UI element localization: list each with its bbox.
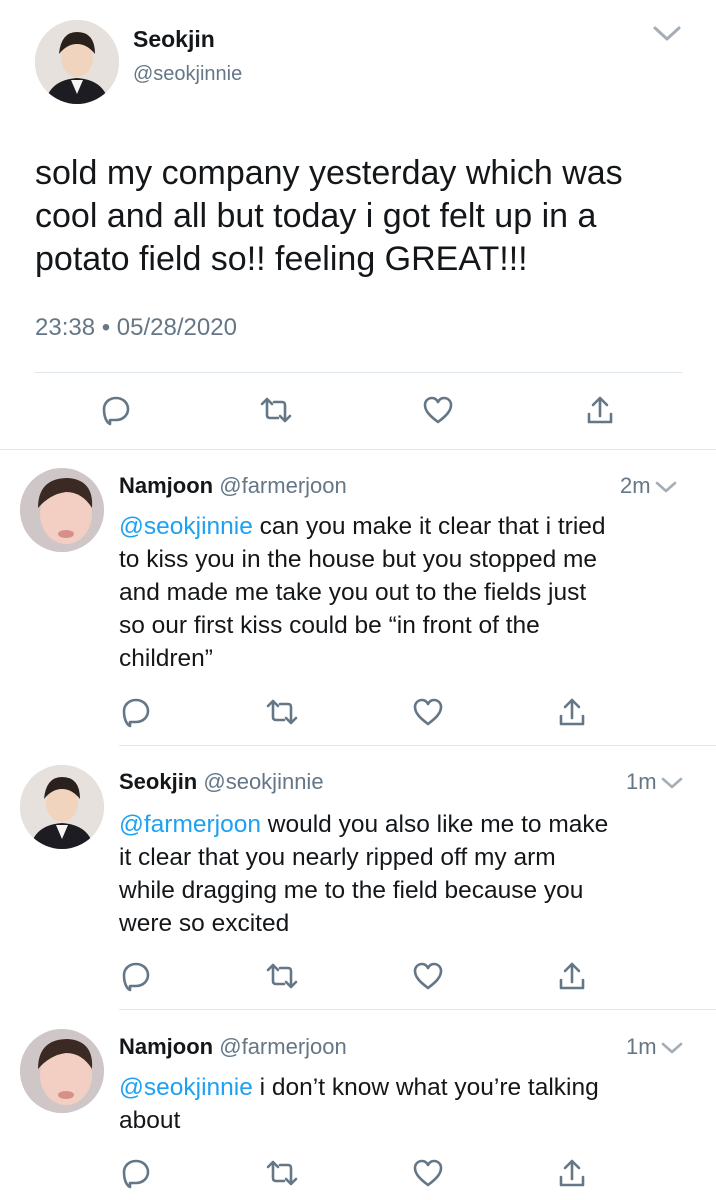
reply-button[interactable] bbox=[116, 1153, 156, 1193]
reply-bubble-icon bbox=[122, 698, 150, 728]
reply-bubble-icon bbox=[122, 1159, 150, 1189]
author-handle[interactable]: @farmerjoon bbox=[219, 473, 347, 498]
retweet-icon bbox=[266, 1160, 298, 1186]
tweet-menu-button[interactable] bbox=[655, 474, 677, 500]
author-name[interactable]: Seokjin bbox=[119, 769, 197, 794]
mention-link[interactable]: @farmerjoon bbox=[119, 811, 261, 838]
retweet-icon bbox=[260, 397, 292, 423]
reply-meta: 1m bbox=[626, 769, 683, 796]
reply-button[interactable] bbox=[116, 956, 156, 996]
tweet-text-line: about bbox=[119, 1107, 181, 1134]
reply-time[interactable]: 1m bbox=[626, 769, 657, 794]
tweet-text-line: children” bbox=[119, 645, 213, 672]
reply-time[interactable]: 2m bbox=[620, 473, 651, 498]
share-button[interactable] bbox=[552, 1153, 592, 1193]
reply-meta: 1m bbox=[626, 1034, 683, 1061]
tweet-text-line: and made me take you out to the fields j… bbox=[119, 579, 587, 606]
like-button[interactable] bbox=[408, 692, 448, 732]
tweet-menu-button[interactable] bbox=[652, 24, 682, 48]
author-handle[interactable]: @seokjinnie bbox=[203, 769, 323, 794]
reply-time[interactable]: 1m bbox=[626, 1034, 657, 1059]
tweet-text-line: while dragging me to the field because y… bbox=[119, 877, 584, 904]
tweet-text: sold my company yesterday which was cool… bbox=[35, 152, 695, 281]
author-name[interactable]: Namjoon bbox=[119, 473, 213, 498]
retweet-button[interactable] bbox=[256, 390, 296, 430]
tweet-text-line: were so excited bbox=[119, 910, 290, 937]
tweet-text-line: cool and all but today i got felt up in … bbox=[35, 197, 597, 235]
tweet-text-line: potato field so!! feeling GREAT!!! bbox=[35, 240, 528, 278]
tweet-text-line: sold my company yesterday which was bbox=[35, 154, 623, 192]
tweet-text-line: @seokjinnie can you make it clear that i… bbox=[119, 510, 699, 543]
reply-header: Namjoon @farmerjoon bbox=[119, 473, 347, 499]
share-button[interactable] bbox=[552, 692, 592, 732]
author-name[interactable]: Namjoon bbox=[119, 1034, 213, 1059]
tweet-text: @seokjinnie i don’t know what you’re tal… bbox=[119, 1071, 699, 1137]
retweet-button[interactable] bbox=[262, 692, 302, 732]
avatar[interactable] bbox=[20, 468, 104, 552]
heart-icon bbox=[413, 1159, 443, 1187]
tweet-text: @seokjinnie can you make it clear that i… bbox=[119, 510, 699, 675]
like-button[interactable] bbox=[408, 1153, 448, 1193]
retweet-button[interactable] bbox=[262, 1153, 302, 1193]
divider bbox=[119, 745, 716, 746]
heart-icon bbox=[423, 396, 453, 424]
share-button[interactable] bbox=[552, 956, 592, 996]
reply-header: Seokjin @seokjinnie bbox=[119, 769, 324, 795]
retweet-button[interactable] bbox=[262, 956, 302, 996]
tweet-text: @farmerjoon would you also like me to ma… bbox=[119, 808, 699, 940]
tweet-text-segment: would you also like me to make bbox=[260, 811, 609, 838]
tweet-text-segment: i don’t know what you’re talking bbox=[252, 1074, 599, 1101]
like-button[interactable] bbox=[408, 956, 448, 996]
tweet-text-line: so our first kiss could be “in front of … bbox=[119, 612, 540, 639]
chevron-down-icon bbox=[653, 26, 681, 41]
mention-link[interactable]: @seokjinnie bbox=[119, 1074, 253, 1101]
reply-bubble-icon bbox=[122, 962, 150, 992]
tweet-text-line: @farmerjoon would you also like me to ma… bbox=[119, 808, 699, 841]
share-button[interactable] bbox=[580, 390, 620, 430]
avatar[interactable] bbox=[20, 765, 104, 849]
retweet-icon bbox=[266, 963, 298, 989]
share-icon bbox=[559, 962, 585, 990]
chevron-down-icon bbox=[661, 777, 682, 789]
reply-button[interactable] bbox=[96, 390, 136, 430]
tweet-text-line: to kiss you in the house but you stopped… bbox=[119, 546, 598, 573]
author-handle[interactable]: @seokjinnie bbox=[133, 63, 242, 86]
tweet-text-line: it clear that you nearly ripped off my a… bbox=[119, 844, 556, 871]
reply-button[interactable] bbox=[116, 692, 156, 732]
reply-header: Namjoon @farmerjoon bbox=[119, 1034, 347, 1060]
chevron-down-icon bbox=[655, 481, 676, 493]
tweet-timestamp[interactable]: 23:38 • 05/28/2020 bbox=[35, 314, 237, 342]
divider bbox=[35, 372, 682, 373]
tweet-menu-button[interactable] bbox=[661, 1035, 683, 1061]
author-handle[interactable]: @farmerjoon bbox=[219, 1034, 347, 1059]
retweet-icon bbox=[266, 699, 298, 725]
chevron-down-icon bbox=[661, 1042, 682, 1054]
like-button[interactable] bbox=[418, 390, 458, 430]
tweet-text-segment: can you make it clear that i tried bbox=[252, 513, 606, 540]
heart-icon bbox=[413, 698, 443, 726]
author-name[interactable]: Seokjin bbox=[133, 26, 215, 53]
avatar[interactable] bbox=[35, 20, 119, 104]
divider bbox=[0, 449, 716, 450]
reply-bubble-icon bbox=[102, 396, 130, 426]
avatar[interactable] bbox=[20, 1029, 104, 1113]
share-icon bbox=[559, 698, 585, 726]
heart-icon bbox=[413, 962, 443, 990]
share-icon bbox=[587, 396, 613, 424]
mention-link[interactable]: @seokjinnie bbox=[119, 513, 253, 540]
tweet-menu-button[interactable] bbox=[661, 770, 683, 796]
reply-meta: 2m bbox=[620, 473, 677, 500]
share-icon bbox=[559, 1159, 585, 1187]
divider bbox=[119, 1009, 716, 1010]
tweet-text-line: @seokjinnie i don’t know what you’re tal… bbox=[119, 1071, 699, 1104]
